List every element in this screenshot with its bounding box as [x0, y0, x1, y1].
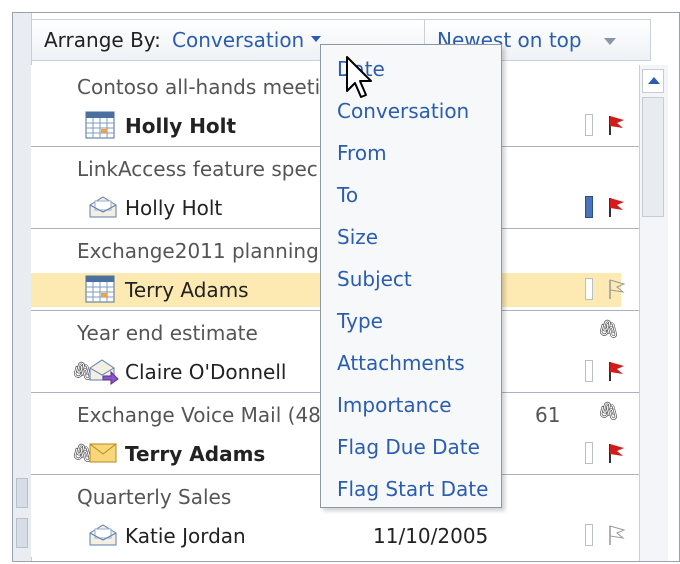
arrange-by-dropdown[interactable]: Conversation [172, 28, 304, 52]
scroll-thumb[interactable] [642, 97, 664, 217]
vertical-scrollbar[interactable] [639, 65, 668, 561]
arrange-by-label: Arrange By: [44, 28, 161, 52]
outline-flag-icon[interactable] [605, 523, 627, 547]
scroll-up-button[interactable] [642, 69, 664, 93]
category-checkbox[interactable] [585, 114, 593, 136]
message-subject: Exchange2011 planning [77, 239, 319, 263]
paperclip-icon: 🖇 [597, 401, 620, 422]
message-sender: Holly Holt [125, 114, 237, 138]
calendar-icon [85, 275, 115, 303]
menu-item-conversation[interactable]: Conversation [337, 99, 469, 123]
chevron-up-icon [648, 77, 660, 84]
category-checkbox[interactable] [585, 278, 593, 300]
message-subject: Quarterly Sales [77, 485, 232, 509]
calendar-icon [85, 111, 115, 139]
red-flag-icon[interactable] [605, 441, 627, 465]
open-envelope-icon [89, 524, 117, 546]
pane-splitter-nub[interactable] [16, 518, 28, 548]
outline-flag-icon[interactable] [605, 277, 627, 301]
message-subject: Exchange Voice Mail (48 s [77, 403, 338, 427]
closed-envelope-icon [89, 443, 117, 463]
left-pane-edge [13, 13, 32, 561]
message-sender: Terry Adams [125, 442, 266, 466]
message-sender: Holly Holt [125, 196, 223, 220]
open-envelope-icon [89, 196, 117, 218]
message-sender: Claire O'Donnell [125, 360, 287, 384]
arrange-by-menu: Date Conversation From To Size Subject T… [320, 44, 502, 508]
red-flag-icon[interactable] [605, 113, 627, 137]
message-subject: LinkAccess feature spec [77, 157, 318, 181]
menu-item-subject[interactable]: Subject [337, 267, 412, 291]
message-sender: Terry Adams [125, 278, 249, 302]
menu-item-importance[interactable]: Importance [337, 393, 452, 417]
message-subject: Contoso all-hands meetin [77, 75, 333, 99]
message-subject: Year end estimate [77, 321, 258, 345]
forward-envelope-icon [89, 359, 119, 385]
mouse-cursor-icon [346, 56, 372, 98]
chevron-down-icon[interactable] [604, 38, 616, 45]
paperclip-icon: 🖇 [597, 319, 620, 340]
message-date: 11/10/2005 [373, 524, 489, 548]
menu-item-to[interactable]: To [337, 183, 358, 207]
pane-splitter-nub[interactable] [16, 478, 28, 508]
menu-item-flag-start-date[interactable]: Flag Start Date [337, 477, 488, 501]
message-size: 61 [535, 403, 561, 427]
message-sender: Katie Jordan [125, 524, 246, 548]
category-checkbox[interactable] [585, 524, 593, 546]
category-checkbox[interactable] [585, 196, 593, 218]
red-flag-icon[interactable] [605, 195, 627, 219]
menu-item-size[interactable]: Size [337, 225, 378, 249]
menu-item-flag-due-date[interactable]: Flag Due Date [337, 435, 480, 459]
menu-item-type[interactable]: Type [337, 309, 383, 333]
menu-item-attachments[interactable]: Attachments [337, 351, 465, 375]
category-checkbox[interactable] [585, 442, 593, 464]
red-flag-icon[interactable] [605, 359, 627, 383]
menu-item-from[interactable]: From [337, 141, 387, 165]
category-checkbox[interactable] [585, 360, 593, 382]
chevron-down-icon[interactable] [311, 36, 321, 42]
